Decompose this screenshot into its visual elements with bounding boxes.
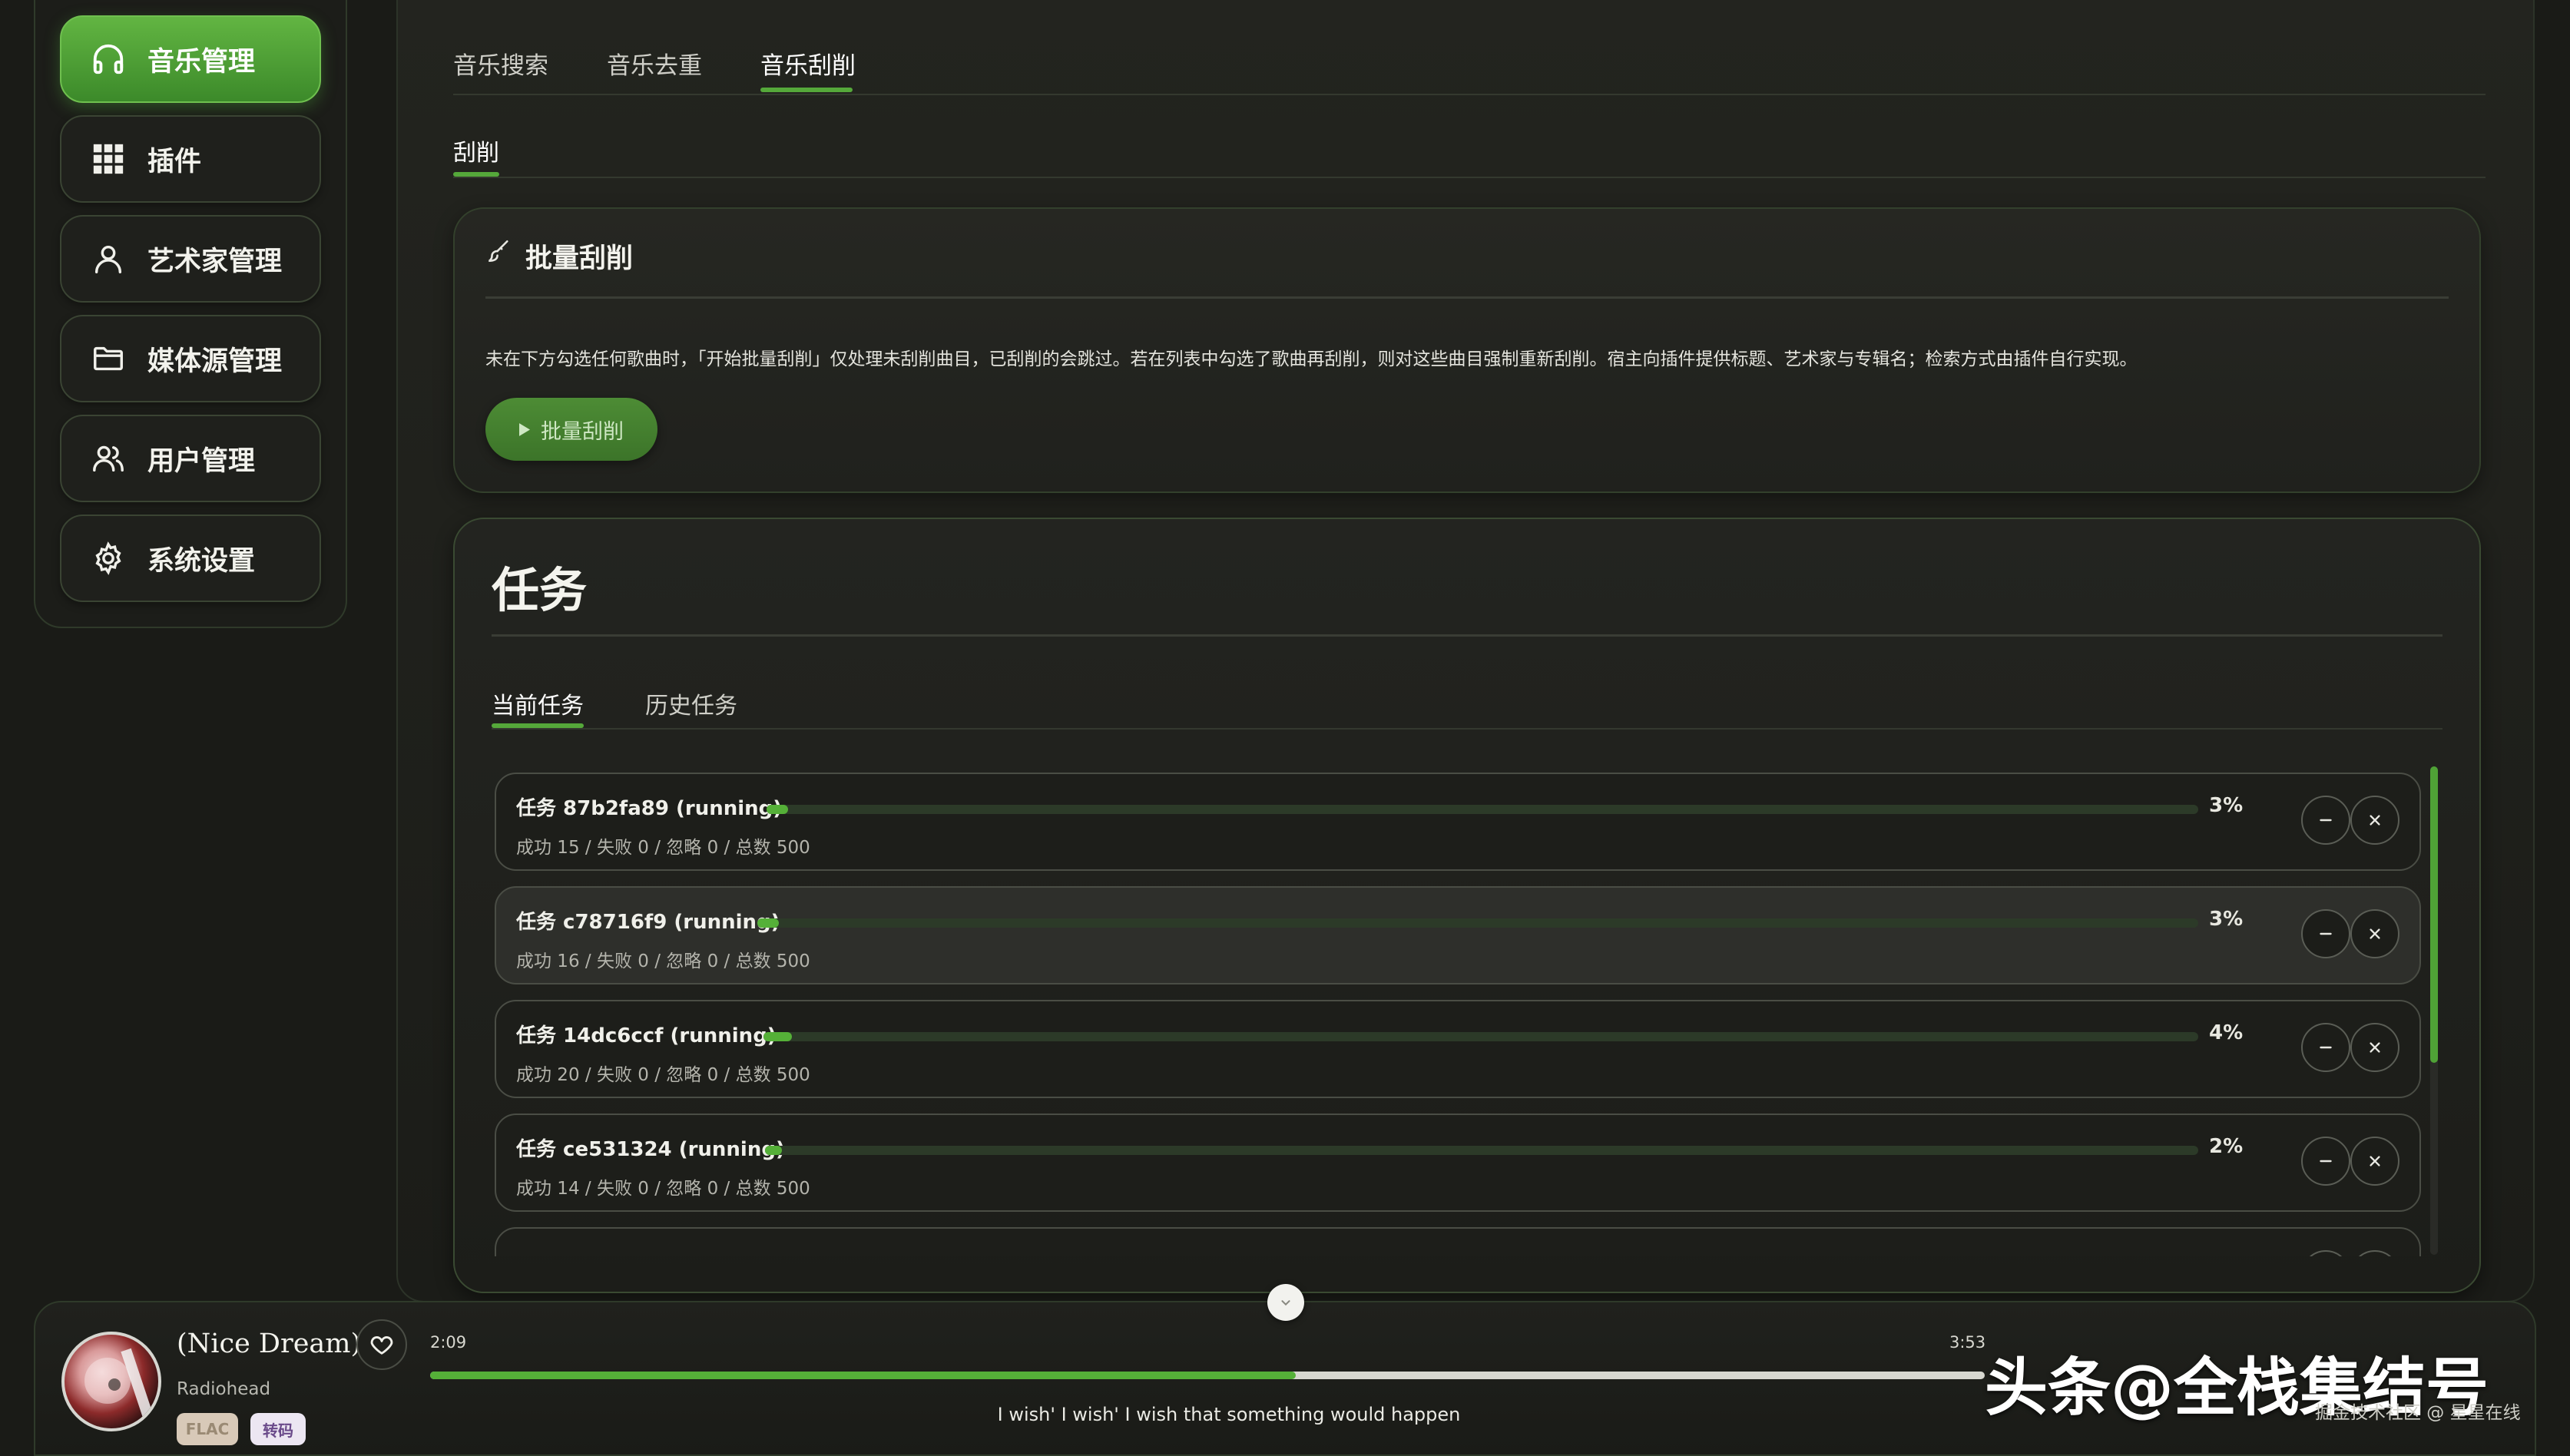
task-row: 任务 c78716f9 (running) 3% 成功 16 / 失败 0 / … xyxy=(495,886,2421,984)
task-progress-fill xyxy=(763,1032,793,1041)
tasks-title-divider xyxy=(492,634,2442,637)
sidebar-item-settings[interactable]: 系统设置 xyxy=(60,515,321,602)
task-percent: 4% xyxy=(2209,1021,2244,1044)
task-title: 任务 ce531324 (running) xyxy=(516,1138,785,1161)
task-percent: 3% xyxy=(2209,794,2244,817)
task-progress-track xyxy=(763,1032,2198,1041)
minus-icon xyxy=(2320,932,2332,935)
task-minimize-button[interactable] xyxy=(2301,909,2350,958)
minus-icon xyxy=(2320,1160,2332,1163)
collapse-player-button[interactable] xyxy=(1267,1284,1304,1321)
task-list-scrollbar-thumb[interactable] xyxy=(2430,766,2438,1063)
task-title: 任务 14dc6ccf (running) xyxy=(516,1024,777,1047)
gear-icon xyxy=(95,541,121,575)
task-progress-track xyxy=(757,918,2198,928)
tab-current-tasks[interactable]: 当前任务 xyxy=(492,687,584,720)
current-time: 2:09 xyxy=(430,1333,467,1352)
sidebar-item-music[interactable]: 音乐管理 xyxy=(60,15,321,103)
sidebar-item-label: 音乐管理 xyxy=(147,46,256,78)
sidebar-item-plugins[interactable]: 插件 xyxy=(60,115,321,203)
track-title: (Nice Dream) xyxy=(177,1329,362,1359)
task-cancel-button[interactable] xyxy=(2350,1250,2399,1256)
favorite-button[interactable] xyxy=(356,1319,407,1370)
sidebar-item-artists[interactable]: 艺术家管理 xyxy=(60,215,321,303)
task-cancel-button[interactable] xyxy=(2350,1137,2399,1186)
close-icon xyxy=(2370,1156,2380,1166)
brush-icon xyxy=(485,238,512,264)
task-percent: 3% xyxy=(2209,908,2244,931)
sidebar-item-label: 用户管理 xyxy=(147,445,256,477)
task-row: 任务 14dc6ccf (running) 4% 成功 20 / 失败 0 / … xyxy=(495,1000,2421,1098)
task-row: 任务 87b2fa89 (running) 3% 成功 15 / 失败 0 / … xyxy=(495,773,2421,871)
batch-scrape-button-label: 批量刮削 xyxy=(541,419,624,444)
task-minimize-button[interactable] xyxy=(2301,1137,2350,1186)
task-percent: 2% xyxy=(2209,1135,2244,1158)
album-cover[interactable] xyxy=(61,1332,161,1431)
folder-icon xyxy=(94,346,123,371)
task-progress-fill xyxy=(757,918,780,928)
batch-scrape-title: 批量刮削 xyxy=(525,243,634,274)
tab-music-dedupe[interactable]: 音乐去重 xyxy=(607,46,702,81)
minus-icon xyxy=(2320,1046,2332,1049)
format-badge: FLAC xyxy=(177,1413,238,1445)
play-icon xyxy=(519,422,530,436)
chevron-down-icon xyxy=(1281,1300,1290,1306)
task-progress-fill xyxy=(765,1146,783,1155)
task-summary: 成功 20 / 失败 0 / 忽略 0 / 总数 500 xyxy=(516,1065,810,1085)
subtab-scrape[interactable]: 刮削 xyxy=(453,134,499,167)
tab-music-scrape[interactable]: 音乐刮削 xyxy=(760,46,856,81)
task-progress-fill xyxy=(767,805,788,814)
sidebar-item-label: 艺术家管理 xyxy=(147,246,283,277)
task-title: 任务 87b2fa89 (running) xyxy=(516,797,783,820)
sidebar-item-media-sources[interactable]: 媒体源管理 xyxy=(60,315,321,402)
task-progress-track xyxy=(765,1146,2198,1155)
sidebar-item-label: 插件 xyxy=(147,146,202,177)
track-artist[interactable]: Radiohead xyxy=(177,1379,270,1399)
batch-divider xyxy=(485,296,2449,299)
task-cancel-button[interactable] xyxy=(2350,1023,2399,1072)
task-progress-track xyxy=(767,805,2198,814)
tasks-title: 任务 xyxy=(492,562,588,618)
task-summary: 成功 15 / 失败 0 / 忽略 0 / 总数 500 xyxy=(516,838,810,858)
close-icon xyxy=(2370,928,2380,939)
task-summary: 成功 16 / 失败 0 / 忽略 0 / 总数 500 xyxy=(516,951,810,971)
close-icon xyxy=(2370,1042,2380,1053)
task-minimize-button[interactable] xyxy=(2301,1023,2350,1072)
batch-scrape-button[interactable]: 批量刮削 xyxy=(485,398,657,461)
sidebar-item-label: 系统设置 xyxy=(147,545,256,577)
tasks-tabs-divider xyxy=(492,728,2442,730)
sidebar-item-users[interactable]: 用户管理 xyxy=(60,415,321,502)
active-tab-indicator xyxy=(760,88,853,92)
task-row xyxy=(495,1227,2421,1256)
task-cancel-button[interactable] xyxy=(2350,909,2399,958)
headphones-icon xyxy=(93,44,124,74)
close-icon xyxy=(2370,815,2380,826)
task-title: 任务 c78716f9 (running) xyxy=(516,911,780,934)
task-cancel-button[interactable] xyxy=(2350,796,2399,845)
subtabs-divider xyxy=(453,177,2486,178)
task-minimize-button[interactable] xyxy=(2301,796,2350,845)
playback-progress-fill xyxy=(430,1372,1297,1379)
sidebar-item-label: 媒体源管理 xyxy=(147,346,283,377)
tabs-divider xyxy=(453,94,2486,95)
task-row: 任务 ce531324 (running) 2% 成功 14 / 失败 0 / … xyxy=(495,1114,2421,1212)
heart-icon xyxy=(370,1336,393,1355)
grid-icon xyxy=(93,144,124,174)
task-summary: 成功 14 / 失败 0 / 忽略 0 / 总数 500 xyxy=(516,1179,810,1199)
transcode-badge: 转码 xyxy=(250,1413,306,1445)
lyric-line: I wish' I wish' I wish that something wo… xyxy=(997,1404,1461,1425)
users-icon xyxy=(93,445,124,472)
task-minimize-button[interactable] xyxy=(2301,1250,2350,1256)
total-time: 3:53 xyxy=(1949,1333,1986,1352)
tab-music-search[interactable]: 音乐搜索 xyxy=(453,46,548,81)
minus-icon xyxy=(2320,819,2332,822)
user-icon xyxy=(94,245,122,273)
batch-description: 未在下方勾选任何歌曲时，「开始批量刮削」仅处理未刮削曲目，已刮削的会跳过。若在列… xyxy=(485,349,2138,369)
watermark-subtext: 掘金技术社区 @ 星星在线 xyxy=(2315,1403,2521,1423)
task-list: 任务 87b2fa89 (running) 3% 成功 15 / 失败 0 / … xyxy=(492,765,2427,1256)
tab-history-tasks[interactable]: 历史任务 xyxy=(645,687,737,720)
